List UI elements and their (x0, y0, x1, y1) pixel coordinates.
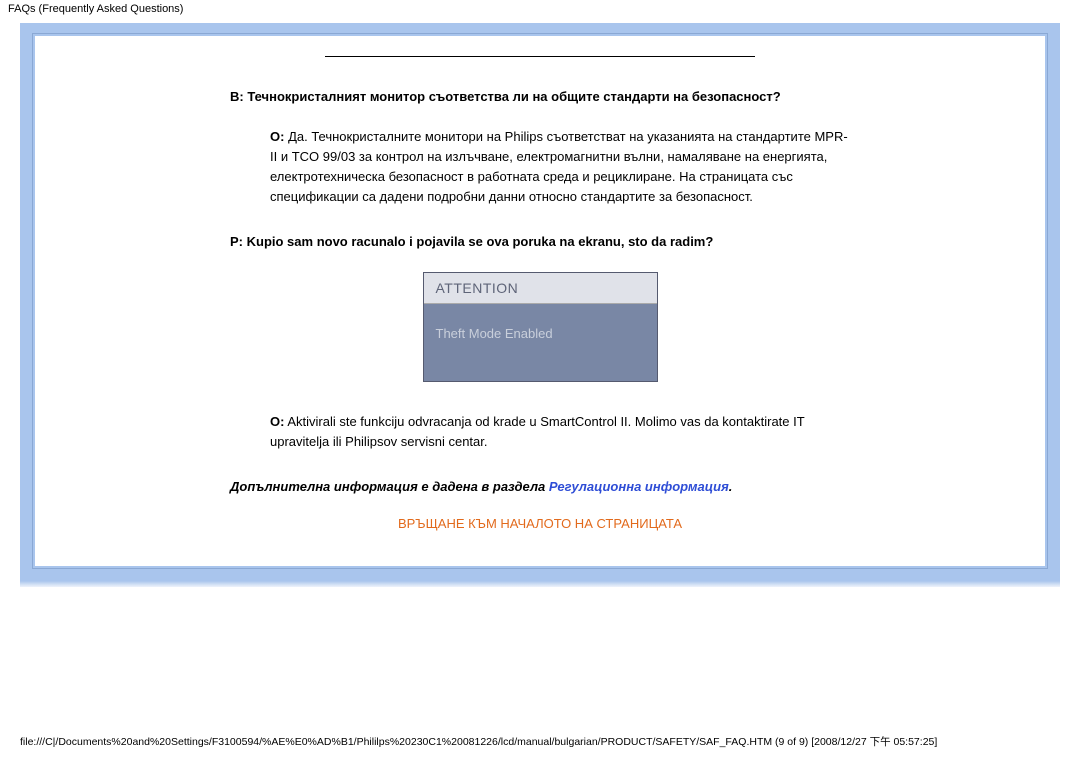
footer-file-path: file:///C|/Documents%20and%20Settings/F3… (0, 726, 957, 759)
extra-info-text: Допълнителна информация е дадена в разде… (230, 479, 549, 494)
answer-2: O: Aktivirali ste funkciju odvracanja od… (230, 412, 850, 452)
content-frame-inner: В: Течнокристалният монитор съответства … (32, 33, 1048, 569)
extra-info-suffix: . (729, 479, 733, 494)
question-text: Kupio sam novo racunalo i pojavila se ov… (247, 234, 714, 249)
attention-dialog: ATTENTION Theft Mode Enabled (423, 272, 658, 382)
content-frame-outer: В: Течнокристалният монитор съответства … (20, 23, 1060, 581)
content-area: В: Течнокристалният монитор съответства … (35, 36, 1045, 566)
question-prefix: P: (230, 234, 243, 249)
attention-body: Theft Mode Enabled (424, 304, 657, 381)
page-title: FAQs (Frequently Asked Questions) (0, 0, 1080, 18)
question-1: В: Течнокристалният монитор съответства … (230, 87, 850, 107)
back-to-top-link[interactable]: ВРЪЩАНЕ КЪМ НАЧАЛОТО НА СТРАНИЦАТА (230, 516, 850, 531)
question-prefix: В: (230, 89, 244, 104)
answer-text: Да. Течнокристалните монитори на Philips… (270, 129, 848, 204)
frame-bottom-shadow (20, 581, 1060, 587)
answer-text: Aktivirali ste funkciju odvracanja od kr… (270, 414, 804, 449)
question-2: P: Kupio sam novo racunalo i pojavila se… (230, 232, 850, 252)
answer-prefix: О: (270, 129, 284, 144)
extra-info: Допълнителна информация е дадена в разде… (230, 477, 850, 497)
answer-prefix: O: (270, 414, 284, 429)
question-text: Течнокристалният монитор съответства ли … (247, 89, 780, 104)
divider (325, 56, 755, 57)
attention-header: ATTENTION (424, 273, 657, 304)
content-column: В: Течнокристалният монитор съответства … (230, 36, 850, 531)
answer-1: О: Да. Течнокристалните монитори на Phil… (230, 127, 850, 208)
regulatory-info-link[interactable]: Регулационна информация (549, 479, 729, 494)
